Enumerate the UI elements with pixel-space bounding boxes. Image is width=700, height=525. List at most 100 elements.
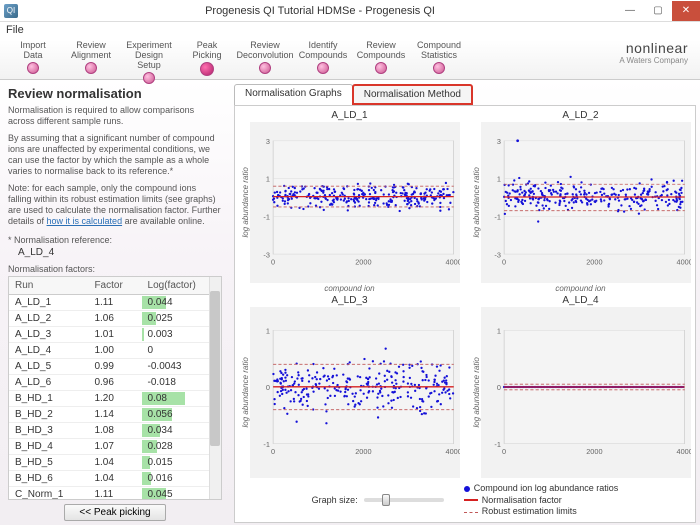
plot-canvas: -3-113020004000 — [250, 122, 460, 283]
svg-text:4000: 4000 — [446, 258, 460, 267]
table-row[interactable]: B_HD_11.200.08 — [9, 390, 221, 406]
graph-size-label: Graph size: — [312, 495, 358, 505]
legend-line-icon — [464, 499, 478, 501]
svg-text:2000: 2000 — [355, 448, 371, 457]
legend-dot-icon — [464, 486, 470, 492]
x-axis-label: compound ion — [324, 284, 374, 293]
back-button[interactable]: << Peak picking — [64, 504, 165, 521]
plot-title: A_LD_4 — [562, 295, 598, 306]
svg-text:-1: -1 — [263, 440, 270, 449]
pipeline-step[interactable]: ExperimentDesign Setup — [122, 40, 176, 84]
table-row[interactable]: C_Norm_11.110.045 — [9, 486, 221, 500]
factors-table: RunFactorLog(factor) A_LD_11.110.044A_LD… — [9, 277, 221, 501]
svg-text:1: 1 — [266, 175, 270, 184]
svg-text:0: 0 — [497, 384, 501, 393]
tab[interactable]: Normalisation Method — [352, 84, 473, 105]
main-window: QI Progenesis QI Tutorial HDMSe - Progen… — [0, 0, 700, 525]
pipeline-step[interactable]: CompoundStatistics — [412, 40, 466, 84]
factors-table-wrap: RunFactorLog(factor) A_LD_11.110.044A_LD… — [8, 276, 222, 501]
step-dot-icon — [85, 62, 97, 74]
step-dot-icon — [433, 62, 445, 74]
reference-label: * Normalisation reference: — [8, 235, 222, 245]
window-controls: — ▢ ✕ — [616, 1, 700, 21]
svg-text:3: 3 — [266, 137, 270, 146]
table-row[interactable]: A_LD_11.110.044 — [9, 294, 221, 310]
svg-text:0: 0 — [271, 448, 275, 457]
pipeline-step[interactable]: ReviewCompounds — [354, 40, 408, 84]
menu-bar: File — [0, 22, 700, 40]
svg-text:-3: -3 — [263, 250, 270, 259]
workflow-pipeline: ImportDataReviewAlignmentExperimentDesig… — [0, 40, 700, 80]
table-row[interactable]: B_HD_61.040.016 — [9, 470, 221, 486]
pipeline-step[interactable]: ReviewDeconvolution — [238, 40, 292, 84]
reference-value: A_LD_4 — [18, 247, 222, 258]
table-scrollbar[interactable] — [209, 277, 221, 500]
intro-text-2: By assuming that a significant number of… — [8, 133, 222, 178]
menu-file[interactable]: File — [6, 24, 24, 36]
table-row[interactable]: B_HD_31.080.034 — [9, 422, 221, 438]
plot-controls: Graph size: Compound ion log abundance ra… — [239, 481, 691, 518]
svg-text:1: 1 — [497, 175, 501, 184]
page-heading: Review normalisation — [8, 86, 222, 101]
table-row[interactable]: A_LD_41.000 — [9, 342, 221, 358]
plot-area: A_LD_1log abundance ratio -3 -1 1 3 0 2000 4000… — [234, 105, 696, 523]
svg-text:1: 1 — [266, 327, 270, 336]
svg-text:-1: -1 — [494, 440, 501, 449]
table-row[interactable]: B_HD_21.140.056 — [9, 406, 221, 422]
table-header[interactable]: Factor — [88, 277, 141, 295]
svg-text:1: 1 — [497, 327, 501, 336]
x-axis-label: compound ion — [555, 284, 605, 293]
right-panel: Normalisation GraphsNormalisation Method… — [230, 80, 700, 525]
step-dot-icon — [200, 62, 214, 76]
pipeline-steps: ImportDataReviewAlignmentExperimentDesig… — [6, 40, 619, 84]
minimize-button[interactable]: — — [616, 1, 644, 21]
step-dot-icon — [375, 62, 387, 74]
table-header[interactable]: Run — [9, 277, 88, 295]
svg-text:2000: 2000 — [586, 448, 602, 457]
calc-link[interactable]: how it is calculated — [47, 216, 123, 226]
factors-label: Normalisation factors: — [8, 264, 222, 274]
step-dot-icon — [317, 62, 329, 74]
table-row[interactable]: A_LD_60.96-0.018 — [9, 374, 221, 390]
tab-strip: Normalisation GraphsNormalisation Method — [234, 84, 696, 105]
plot-canvas: -101020004000 — [250, 307, 460, 477]
graph-size-control: Graph size: — [312, 495, 444, 505]
table-row[interactable]: A_LD_31.010.003 — [9, 326, 221, 342]
pipeline-step[interactable]: ReviewAlignment — [64, 40, 118, 84]
plot-title: A_LD_2 — [562, 110, 598, 121]
y-axis-label: log abundance ratio — [470, 122, 481, 283]
window-title: Progenesis QI Tutorial HDMSe - Progenesi… — [24, 5, 616, 17]
svg-text:0: 0 — [266, 384, 270, 393]
plot-canvas: -3-113020004000 — [481, 122, 691, 283]
tab[interactable]: Normalisation Graphs — [234, 84, 353, 105]
plot-legend: Compound ion log abundance ratiosNormali… — [464, 483, 619, 518]
table-row[interactable]: A_LD_21.060.025 — [9, 310, 221, 326]
plot-title: A_LD_1 — [331, 110, 367, 121]
brand-logo: nonlinear A Waters Company — [619, 40, 694, 65]
scatter-plot: A_LD_4log abundance ratio-101020004000 — [470, 295, 691, 478]
svg-text:3: 3 — [497, 137, 501, 146]
graph-size-slider[interactable] — [364, 498, 444, 502]
legend-dash-icon — [464, 512, 478, 513]
step-dot-icon — [143, 72, 155, 84]
left-panel: Review normalisation Normalisation is re… — [0, 80, 230, 525]
step-dot-icon — [27, 62, 39, 74]
table-row[interactable]: B_HD_41.070.028 — [9, 438, 221, 454]
pipeline-step[interactable]: PeakPicking — [180, 40, 234, 84]
plot-title: A_LD_3 — [331, 295, 367, 306]
plot-canvas: -101020004000 — [481, 307, 691, 477]
close-button[interactable]: ✕ — [672, 1, 700, 21]
table-row[interactable]: B_HD_51.040.015 — [9, 454, 221, 470]
brand-name: nonlinear — [619, 40, 688, 56]
svg-text:-1: -1 — [494, 213, 501, 222]
pipeline-step[interactable]: IdentifyCompounds — [296, 40, 350, 84]
app-icon: QI — [4, 4, 18, 18]
svg-text:4000: 4000 — [677, 258, 691, 267]
table-row[interactable]: A_LD_50.99-0.0043 — [9, 358, 221, 374]
scatter-plot: A_LD_2log abundance ratio-3-113020004000… — [470, 110, 691, 293]
svg-text:-3: -3 — [494, 250, 501, 259]
maximize-button[interactable]: ▢ — [644, 1, 672, 21]
pipeline-step[interactable]: ImportData — [6, 40, 60, 84]
svg-text:0: 0 — [271, 258, 275, 267]
svg-text:2000: 2000 — [586, 258, 602, 267]
